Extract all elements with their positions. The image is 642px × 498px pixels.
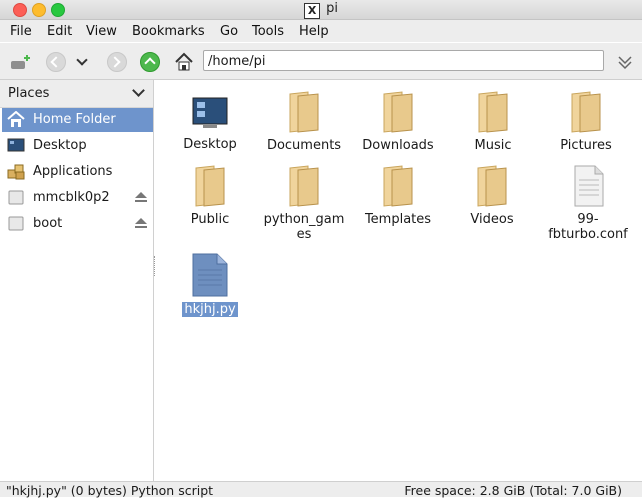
drive-icon bbox=[8, 216, 24, 231]
sidebar-item-mmcblk0p2[interactable]: mmcblk0p2 bbox=[2, 186, 153, 210]
desktop-folder-icon bbox=[192, 97, 228, 128]
back-button[interactable] bbox=[46, 52, 66, 72]
places-header[interactable]: Places bbox=[0, 80, 153, 108]
menu-view[interactable]: View bbox=[86, 24, 117, 39]
sidebar-item-label: mmcblk0p2 bbox=[33, 190, 110, 205]
sidebar-item-boot[interactable]: boot bbox=[2, 212, 153, 236]
places-title: Places bbox=[8, 86, 50, 101]
file-item-hkjhj-py[interactable]: hkjhj.py bbox=[162, 252, 258, 317]
status-bar: "hkjhj.py" (0 bytes) Python script Free … bbox=[0, 481, 642, 498]
pane-resize-handle[interactable] bbox=[154, 256, 158, 276]
menu-bar: File Edit View Bookmarks Go Tools Help bbox=[0, 20, 642, 42]
window-title-wrap: Xpi bbox=[0, 1, 642, 19]
menu-tools[interactable]: Tools bbox=[252, 24, 284, 39]
menu-file[interactable]: File bbox=[10, 24, 32, 39]
new-tab-button[interactable] bbox=[10, 52, 30, 72]
drive-icon bbox=[8, 190, 24, 205]
file-item-downloads[interactable]: Downloads bbox=[350, 90, 446, 153]
title-bar: Xpi bbox=[0, 0, 642, 20]
eject-icon[interactable] bbox=[135, 218, 147, 228]
sidebar-item-label: Desktop bbox=[33, 138, 87, 153]
history-dropdown-button[interactable] bbox=[76, 54, 98, 76]
python-script-icon bbox=[192, 253, 228, 297]
folder-icon bbox=[571, 91, 601, 133]
file-label: Videos bbox=[470, 212, 514, 227]
up-button[interactable] bbox=[140, 52, 160, 72]
file-item-templates[interactable]: Templates bbox=[350, 164, 446, 227]
folder-icon bbox=[477, 165, 507, 207]
location-input[interactable]: /home/pi bbox=[203, 50, 604, 71]
folder-icon bbox=[195, 165, 225, 207]
chevron-down-icon bbox=[76, 54, 88, 66]
file-item-python-games[interactable]: python_gam es bbox=[256, 164, 352, 242]
file-item-documents[interactable]: Documents bbox=[256, 90, 352, 153]
file-item-music[interactable]: Music bbox=[445, 90, 541, 153]
file-label: hkjhj.py bbox=[182, 302, 238, 317]
window-title: pi bbox=[326, 1, 338, 16]
file-item-99-fbturbo-conf[interactable]: 99- fbturbo.conf bbox=[538, 164, 638, 242]
file-item-public[interactable]: Public bbox=[162, 164, 258, 227]
folder-icon bbox=[289, 91, 319, 133]
go-arrow-icon bbox=[618, 56, 632, 70]
forward-button[interactable] bbox=[107, 52, 127, 72]
forward-arrow-icon bbox=[107, 52, 127, 72]
file-label: 99- fbturbo.conf bbox=[548, 212, 628, 242]
sidebar-item-label: boot bbox=[33, 216, 63, 231]
file-label: Documents bbox=[266, 138, 342, 153]
home-icon bbox=[175, 52, 193, 71]
menu-bookmarks[interactable]: Bookmarks bbox=[132, 24, 205, 39]
file-label: Music bbox=[474, 138, 512, 153]
text-file-icon bbox=[574, 165, 604, 207]
menu-edit[interactable]: Edit bbox=[47, 24, 72, 39]
menu-go[interactable]: Go bbox=[220, 24, 238, 39]
home-button[interactable] bbox=[174, 52, 194, 72]
file-view: Desktop Documents Downloads Music Pictur… bbox=[160, 80, 642, 481]
sidebar-item-label: Applications bbox=[33, 164, 113, 179]
go-button[interactable] bbox=[615, 52, 635, 72]
folder-icon bbox=[383, 165, 413, 207]
sidebar-item-home-folder[interactable]: Home Folder bbox=[2, 108, 153, 132]
file-item-videos[interactable]: Videos bbox=[444, 164, 540, 227]
new-tab-icon bbox=[11, 55, 30, 69]
folder-icon bbox=[289, 165, 319, 207]
file-label: Desktop bbox=[183, 137, 237, 152]
file-label: Public bbox=[190, 212, 230, 227]
sidebar-item-label: Home Folder bbox=[33, 112, 116, 127]
home-icon bbox=[7, 111, 25, 127]
back-arrow-icon bbox=[46, 52, 66, 72]
folder-icon bbox=[383, 91, 413, 133]
folder-icon bbox=[478, 91, 508, 133]
file-item-desktop[interactable]: Desktop bbox=[162, 93, 258, 152]
menu-help[interactable]: Help bbox=[299, 24, 329, 39]
sidebar-item-applications[interactable]: Applications bbox=[2, 160, 153, 184]
file-label: Downloads bbox=[362, 138, 434, 153]
chevron-down-icon bbox=[132, 84, 145, 97]
x-app-icon: X bbox=[304, 3, 321, 19]
applications-icon bbox=[7, 164, 25, 180]
sidebar-item-desktop[interactable]: Desktop bbox=[2, 134, 153, 158]
desktop-icon bbox=[7, 138, 25, 152]
places-sidebar: Places Home Folder Desktop Applications … bbox=[0, 80, 154, 481]
up-arrow-icon bbox=[140, 52, 160, 72]
file-label: Pictures bbox=[560, 138, 612, 153]
file-item-pictures[interactable]: Pictures bbox=[538, 90, 634, 153]
eject-icon[interactable] bbox=[135, 192, 147, 202]
file-label: Templates bbox=[364, 212, 432, 227]
file-label: python_gam es bbox=[263, 212, 345, 242]
